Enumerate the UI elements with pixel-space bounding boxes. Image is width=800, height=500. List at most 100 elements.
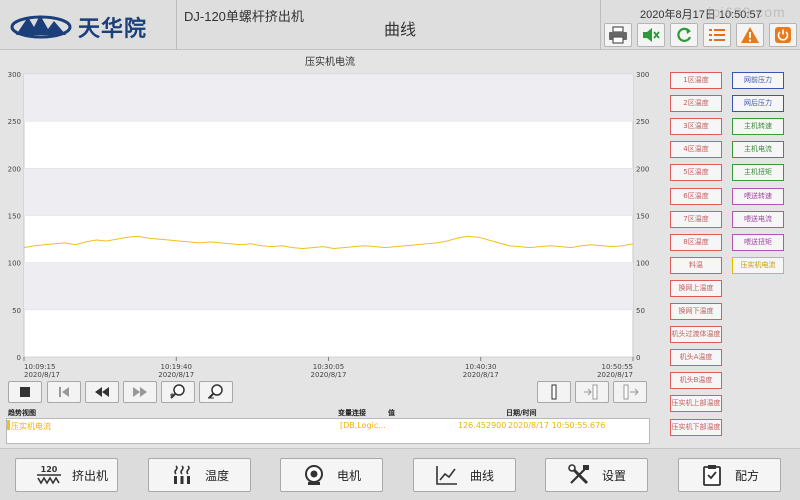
y-tick-label-right: 0 (636, 354, 640, 362)
refresh-icon (677, 27, 692, 42)
fast-forward-icon (133, 387, 147, 397)
extruder-badge: 120 (41, 465, 58, 474)
ruler-left-icon (584, 384, 598, 400)
print-button[interactable] (604, 23, 632, 47)
heater-icon (167, 463, 197, 487)
rewind-button[interactable] (85, 381, 119, 403)
variable-button[interactable]: 喂送扭矩 (732, 233, 784, 251)
y-tick-label-left: 200 (8, 165, 21, 173)
variable-button[interactable]: 机头A温度 (670, 349, 722, 367)
power-button[interactable] (769, 23, 797, 47)
mute-button[interactable] (637, 23, 665, 47)
list-icon (709, 29, 725, 41)
variable-button[interactable]: 2区温度 (670, 95, 722, 113)
ruler-left-button[interactable] (575, 381, 609, 403)
variable-button[interactable]: 网后压力 (732, 95, 784, 113)
stop-button[interactable] (8, 381, 42, 403)
zoom-out-button[interactable] (199, 381, 233, 403)
nav-extruder-button[interactable]: 120 挤出机 (15, 458, 118, 492)
y-tick-label-left: 150 (8, 213, 21, 221)
power-icon (775, 27, 791, 43)
variable-button[interactable]: 喂送电流 (732, 210, 784, 228)
nav-motor-button[interactable]: 电机 (280, 458, 383, 492)
variable-button[interactable]: 4区温度 (670, 141, 722, 159)
table-row[interactable]: 压实机电流 [DB,Logic... 126.452900 2020/8/17 … (7, 420, 649, 431)
col-value: 值 (388, 409, 395, 417)
col-trend-view: 趋势视图 (8, 409, 36, 417)
x-tick-date: 2020/8/17 (463, 371, 499, 379)
bottom-nav: 120 挤出机 温度 电机 曲线 设置 配方 (0, 448, 800, 500)
plot-band (24, 74, 633, 122)
company-logo: 天华院 (10, 9, 175, 42)
x-tick-time: 10:09:15 (24, 363, 55, 371)
motor-icon (299, 463, 329, 487)
row-value: 126.452900 (458, 421, 507, 430)
variable-button[interactable]: 网前压力 (732, 72, 784, 89)
variable-button[interactable]: 8区温度 (670, 233, 722, 251)
y-tick-label-right: 250 (636, 118, 649, 126)
forward-button[interactable] (123, 381, 157, 403)
y-tick-label-right: 50 (636, 307, 645, 315)
variable-button[interactable]: 6区温度 (670, 187, 722, 205)
zoom-in-button[interactable] (161, 381, 195, 403)
variable-button[interactable]: 压实机下部温度 (670, 418, 722, 436)
variable-button[interactable]: 主机扭矩 (732, 164, 784, 182)
first-button[interactable] (47, 381, 81, 403)
y-tick-label-left: 300 (8, 71, 21, 79)
y-tick-label-right: 300 (636, 71, 649, 79)
skip-start-icon (59, 387, 69, 397)
page-title: 曲线 (384, 20, 417, 39)
variable-button[interactable]: 7区温度 (670, 210, 722, 228)
header: 天华院 DJ-120单螺杆挤出机 曲线 2020年8月17日 10:50:57 … (0, 0, 800, 50)
x-tick-date: 2020/8/17 (597, 371, 633, 379)
nav-recipe-button[interactable]: 配方 (678, 458, 781, 492)
x-tick-date: 2020/8/17 (158, 371, 194, 379)
plot-band (24, 262, 633, 310)
variable-button[interactable]: 3区温度 (670, 118, 722, 136)
variable-button[interactable]: 机头过渡体温度 (670, 326, 722, 344)
variable-button[interactable]: 喂送转速 (732, 187, 784, 205)
variable-button[interactable]: 主机转速 (732, 118, 784, 136)
ruler-button[interactable] (537, 381, 571, 403)
mute-icon (643, 28, 660, 42)
variable-button[interactable]: 1区温度 (670, 72, 722, 89)
x-tick-time: 10:50:55 (602, 363, 633, 371)
nav-label: 曲线 (470, 468, 495, 483)
x-tick-time: 10:19:40 (161, 363, 192, 371)
variable-button[interactable]: 5区温度 (670, 164, 722, 182)
machine-title: DJ-120单螺杆挤出机 (184, 9, 304, 24)
nav-label: 电机 (337, 468, 362, 483)
table-body: 压实机电流 [DB,Logic... 126.452900 2020/8/17 … (6, 418, 650, 444)
list-button[interactable] (703, 23, 731, 47)
alarm-button[interactable] (736, 23, 764, 47)
row-link: [DB,Logic... (340, 421, 386, 430)
y-tick-label-left: 100 (8, 260, 21, 268)
zoom-in-icon (170, 384, 185, 399)
variable-button[interactable]: 料温 (670, 256, 722, 274)
y-tick-label-left: 0 (17, 354, 21, 362)
ruler-right-button[interactable] (613, 381, 647, 403)
variable-button[interactable]: 机头B温度 (670, 372, 722, 390)
variable-button[interactable]: 换网下温度 (670, 303, 722, 320)
nav-curve-button[interactable]: 曲线 (413, 458, 516, 492)
nav-label: 设置 (602, 468, 627, 483)
variable-button[interactable]: 压实机上部温度 (670, 395, 722, 413)
nav-label: 挤出机 (72, 468, 109, 483)
trend-chart[interactable]: 0 0 50 50 100 100 150 150 200 200 250 250 300 300 10:0… (0, 65, 660, 385)
nav-temperature-button[interactable]: 温度 (148, 458, 251, 492)
ruler-right-icon (623, 384, 639, 400)
extruder-icon: 120 (34, 463, 64, 487)
y-tick-label-right: 150 (636, 213, 649, 221)
variable-button[interactable]: 压实机电流 (732, 256, 784, 274)
x-tick-time: 10:30:05 (313, 363, 344, 371)
nav-settings-button[interactable]: 设置 (545, 458, 648, 492)
y-tick-label-left: 50 (12, 307, 21, 315)
variable-button[interactable]: 主机电流 (732, 141, 784, 159)
row-datetime: 2020/8/17 10:50:55.676 (508, 421, 606, 430)
header-divider (176, 0, 177, 50)
variable-button[interactable]: 换网上温度 (670, 279, 722, 297)
curve-icon (432, 463, 462, 487)
printer-icon (609, 26, 627, 44)
refresh-button[interactable] (670, 23, 698, 47)
logo-mark-icon (10, 15, 72, 39)
